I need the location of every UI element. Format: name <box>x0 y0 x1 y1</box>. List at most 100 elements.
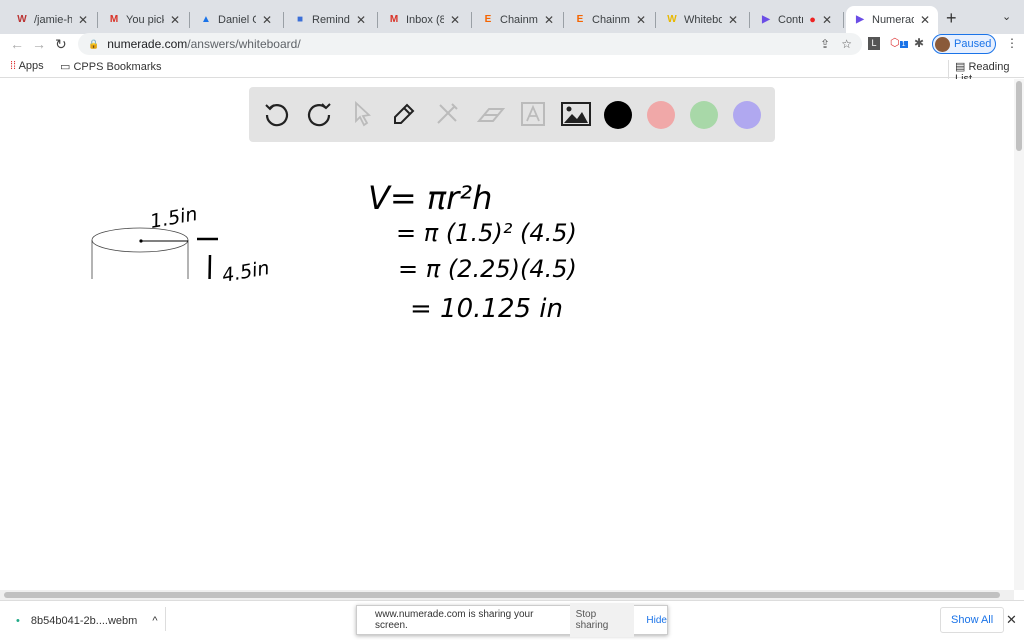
tab-3[interactable]: ■ Remind ✕ <box>286 6 374 34</box>
scroll-thumb[interactable] <box>1016 81 1022 151</box>
tab-title: Inbox (83) <box>406 14 444 26</box>
tab-6[interactable]: E ChainmailD ✕ <box>566 6 654 34</box>
url-path: /answers/whiteboard/ <box>187 37 301 51</box>
tab-close-icon[interactable]: ✕ <box>920 13 930 27</box>
tab-title: ChainmailD <box>500 14 538 26</box>
horizontal-scrollbar[interactable] <box>0 590 1014 600</box>
share-message: www.numerade.com is sharing your screen. <box>375 609 534 631</box>
share-icon[interactable]: ⇪ <box>820 37 830 51</box>
menu-icon[interactable]: ⋮ <box>1006 36 1018 50</box>
chevron-up-icon[interactable]: ^ <box>152 615 157 627</box>
select-tool[interactable] <box>347 99 377 129</box>
tab-close-icon[interactable]: ✕ <box>728 13 738 27</box>
tab-title: Remind <box>312 14 350 26</box>
file-icon: • <box>16 615 20 627</box>
tab-close-icon[interactable]: ✕ <box>356 13 366 27</box>
tab-4[interactable]: M Inbox (83) ✕ <box>380 6 468 34</box>
hide-button[interactable]: Hide <box>646 615 667 626</box>
tab-bar: W/jamie-hadl ✕ M You picked ✕ ▲ Daniel C. A ✕ ■ R… <box>0 0 1024 34</box>
apps-grid-icon: ⁞⁞ <box>10 60 17 72</box>
color-swatch-3[interactable] <box>733 101 761 129</box>
pen-icon <box>394 103 415 124</box>
url-domain: numerade.com <box>107 37 188 51</box>
tab-7[interactable]: W Whiteboard ✕ <box>658 6 746 34</box>
hscroll-thumb[interactable] <box>4 592 1000 598</box>
address-bar-row: ← → ↻ 🔒 numerade.com/answers/whiteboard/… <box>0 33 1024 56</box>
redo-icon <box>307 103 331 127</box>
reload-button[interactable]: ↻ <box>55 36 67 53</box>
tab-title: Daniel C. A <box>218 14 256 26</box>
text-icon <box>521 102 545 126</box>
tab-separator <box>563 12 564 28</box>
image-tool[interactable] <box>561 99 591 129</box>
extension-l-icon[interactable]: L <box>868 37 880 50</box>
eraser-tool[interactable] <box>476 99 506 129</box>
profile-status: Paused <box>954 38 992 50</box>
tab-close-icon[interactable]: ✕ <box>262 13 272 27</box>
tab-close-icon[interactable]: ✕ <box>544 13 554 27</box>
close-download-bar-icon[interactable]: ✕ <box>1006 612 1017 628</box>
extensions-puzzle-icon[interactable]: ✱ <box>914 36 924 50</box>
equation-line-1: V= πr²h <box>368 179 493 217</box>
tab-close-icon[interactable]: ✕ <box>822 13 832 27</box>
download-item[interactable]: • 8b54b041-2b....webm ^ <box>16 607 166 631</box>
tab-title: Numerade <box>872 14 914 26</box>
tab-0[interactable]: W/jamie-hadl ✕ <box>8 6 96 34</box>
cylinder-drawing <box>91 227 218 279</box>
reading-list-icon: ▤ <box>955 61 966 73</box>
tab-close-icon[interactable]: ✕ <box>636 13 646 27</box>
folder-label: CPPS Bookmarks <box>73 61 162 73</box>
tab-title: Whiteboard <box>684 14 722 26</box>
vertical-scrollbar[interactable] <box>1014 79 1024 590</box>
tab-favicon-icon: W <box>17 14 27 25</box>
whiteboard-canvas[interactable]: 1.5in 4.5in V= πr²h = π (1.5)² (4.5) = π… <box>0 79 1014 590</box>
tab-separator <box>843 12 844 28</box>
tab-favicon-icon: ▲ <box>201 14 211 25</box>
tab-favicon-icon: ■ <box>296 14 304 25</box>
forward-button[interactable]: → <box>32 36 46 52</box>
tab-close-icon[interactable]: ✕ <box>78 13 88 27</box>
profile-button[interactable]: Paused <box>932 34 996 54</box>
tab-8[interactable]: ▶ Control ● ✕ <box>752 6 840 34</box>
tab-favicon-icon: W <box>667 14 677 25</box>
color-swatch-0[interactable] <box>604 101 632 129</box>
back-button[interactable]: ← <box>10 36 24 52</box>
tab-9[interactable]: ▶ Numerade ✕ <box>846 6 938 34</box>
tab-favicon-icon: ▶ <box>856 14 864 25</box>
extension-icon[interactable]: ⬡ 1 <box>890 36 908 49</box>
whiteboard-toolbar <box>249 87 775 142</box>
tab-1[interactable]: M You picked ✕ <box>100 6 188 34</box>
recording-icon: ● <box>809 14 816 26</box>
tab-favicon-icon: E <box>484 14 492 25</box>
new-tab-button[interactable]: + <box>946 8 957 29</box>
tab-favicon-icon: M <box>389 14 399 25</box>
tab-search-icon[interactable]: ⌄ <box>1002 10 1011 23</box>
tab-separator <box>283 12 284 28</box>
tab-2[interactable]: ▲ Daniel C. A ✕ <box>192 6 280 34</box>
pen-tool[interactable] <box>389 99 419 129</box>
tab-title: /jamie-hadl <box>34 14 72 26</box>
apps-bookmark[interactable]: ⁞⁞ Apps <box>10 60 44 72</box>
extension-badge: 1 <box>899 41 908 48</box>
cpps-bookmarks-folder[interactable]: ▭ CPPS Bookmarks <box>60 60 162 73</box>
tab-5[interactable]: E ChainmailD ✕ <box>474 6 562 34</box>
show-all-button[interactable]: Show All <box>940 607 1005 633</box>
folder-icon: ▭ <box>60 61 71 73</box>
tab-favicon-icon: E <box>576 14 584 25</box>
tab-separator <box>189 12 190 28</box>
text-tool[interactable] <box>518 99 548 129</box>
color-swatch-2[interactable] <box>690 101 718 129</box>
download-bar: • 8b54b041-2b....webm ^ www.numerade.com… <box>0 600 1024 640</box>
color-swatch-1[interactable] <box>647 101 675 129</box>
redo-button[interactable] <box>304 99 334 129</box>
tab-separator <box>749 12 750 28</box>
tab-close-icon[interactable]: ✕ <box>170 13 180 27</box>
stop-sharing-button[interactable]: Stop sharing <box>569 603 635 637</box>
tab-title: Control <box>778 14 804 26</box>
bookmark-star-icon[interactable]: ☆ <box>841 37 852 51</box>
shapes-tool[interactable] <box>432 99 462 129</box>
tab-close-icon[interactable]: ✕ <box>450 13 460 27</box>
tab-separator <box>655 12 656 28</box>
url-field[interactable]: 🔒 numerade.com/answers/whiteboard/ ⇪ ☆ <box>78 33 862 55</box>
image-icon <box>561 102 591 126</box>
